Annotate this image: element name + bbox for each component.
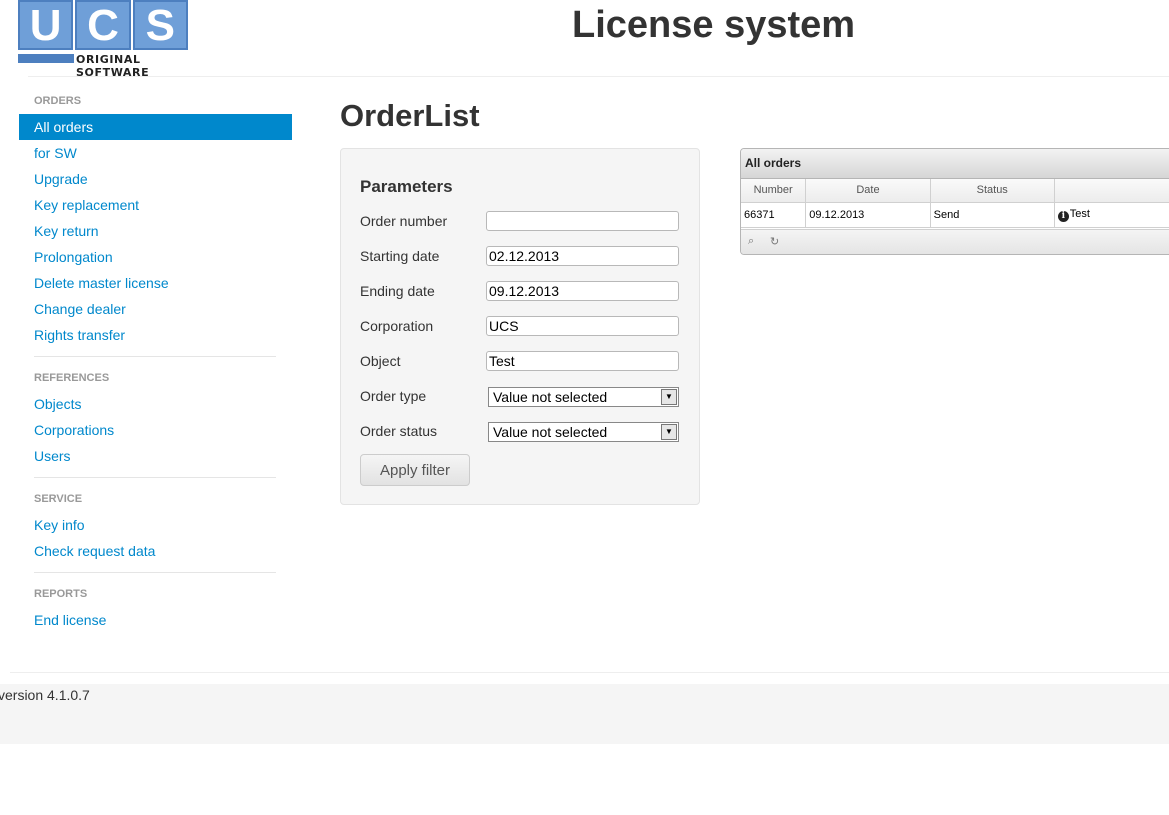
order-type-label: Order type <box>360 388 427 404</box>
sidebar-item-corporations[interactable]: Corporations <box>19 417 292 443</box>
nav-header-reports: REPORTS <box>34 588 88 600</box>
order-number-row: Order number <box>360 211 680 233</box>
footer: version 4.1.0.7 <box>0 684 1169 744</box>
order-type-select[interactable]: Value not selected ▼ <box>488 387 679 407</box>
ucs-logo[interactable]: U C S ORIGINAL SOFTWARE <box>18 0 190 79</box>
order-type-row: Order type Value not selected ▼ <box>360 386 680 408</box>
nav-divider <box>34 572 276 573</box>
nav-header-service: SERVICE <box>34 493 83 505</box>
logo-letter-s: S <box>132 0 188 50</box>
apply-filter-button[interactable]: Apply filter <box>360 454 470 486</box>
orders-grid: All orders Number Date Status 66371 09.1… <box>740 148 1169 255</box>
sidebar-item-check-request-data[interactable]: Check request data <box>19 538 292 564</box>
cell-status: Send <box>930 202 1055 228</box>
sidebar-item-change-dealer[interactable]: Change dealer <box>19 296 292 322</box>
orders-table: Number Date Status 66371 09.12.2013 Send… <box>741 179 1169 228</box>
sidebar-item-key-replacement[interactable]: Key replacement <box>19 192 292 218</box>
cell-object: i Test <box>1054 202 1169 228</box>
table-header-row: Number Date Status <box>741 179 1169 203</box>
order-status-select[interactable]: Value not selected ▼ <box>488 422 679 442</box>
search-icon[interactable]: ⌕ <box>748 235 754 248</box>
order-number-input[interactable] <box>486 211 679 231</box>
cell-date: 09.12.2013 <box>805 202 931 228</box>
object-input[interactable] <box>486 351 679 371</box>
version-text: version 4.1.0.7 <box>0 687 90 703</box>
order-status-row: Order status Value not selected ▼ <box>360 421 680 443</box>
corporation-input[interactable] <box>486 316 679 336</box>
starting-date-input[interactable] <box>486 246 679 266</box>
order-status-value: Value not selected <box>493 424 608 440</box>
footer-divider <box>10 672 1169 673</box>
logo-bar <box>18 54 74 63</box>
refresh-icon[interactable]: ↻ <box>770 235 779 248</box>
logo-letter-u: U <box>18 0 74 50</box>
dropdown-arrow-icon[interactable]: ▼ <box>661 389 677 405</box>
grid-pager: ⌕ ↻ <box>741 229 1169 254</box>
nav-divider <box>34 356 276 357</box>
corporation-row: Corporation <box>360 316 680 338</box>
page-title: OrderList <box>340 98 480 133</box>
column-header-object[interactable] <box>1054 179 1169 203</box>
sidebar-item-key-return[interactable]: Key return <box>19 218 292 244</box>
order-status-label: Order status <box>360 423 438 439</box>
column-header-date[interactable]: Date <box>805 179 931 203</box>
order-number-label: Order number <box>360 213 448 229</box>
sidebar-item-key-info[interactable]: Key info <box>19 512 292 538</box>
ending-date-input[interactable] <box>486 281 679 301</box>
parameters-title: Parameters <box>360 177 453 196</box>
site-title: License system <box>572 4 856 46</box>
column-header-number[interactable]: Number <box>741 179 807 203</box>
nav-header-orders: ORDERS <box>34 95 82 107</box>
header-divider <box>28 76 1169 77</box>
starting-date-row: Starting date <box>360 246 680 268</box>
info-icon[interactable]: i <box>1057 210 1069 222</box>
dropdown-arrow-icon[interactable]: ▼ <box>661 424 677 440</box>
sidebar-item-upgrade[interactable]: Upgrade <box>19 166 292 192</box>
logo-letters: U C S <box>18 0 190 50</box>
page: U C S ORIGINAL SOFTWARE License system O… <box>0 0 1169 815</box>
nav-divider <box>34 477 276 478</box>
sidebar-item-objects[interactable]: Objects <box>19 391 292 417</box>
parameters-panel: Parameters Order number Starting date En… <box>340 148 700 505</box>
grid-title: All orders <box>741 149 1169 179</box>
corporation-label: Corporation <box>360 318 434 334</box>
sidebar-nav: ORDERS All orders for SW Upgrade Key rep… <box>19 88 292 633</box>
sidebar-item-delete-master-license[interactable]: Delete master license <box>19 270 292 296</box>
ending-date-row: Ending date <box>360 281 680 303</box>
nav-header-references: REFERENCES <box>34 372 110 384</box>
object-row: Object <box>360 351 680 373</box>
cell-number: 66371 <box>741 202 807 228</box>
column-header-status[interactable]: Status <box>930 179 1055 203</box>
table-row[interactable]: 66371 09.12.2013 Send i Test <box>741 202 1169 228</box>
sidebar-item-prolongation[interactable]: Prolongation <box>19 244 292 270</box>
ending-date-label: Ending date <box>360 283 435 299</box>
sidebar-item-rights-transfer[interactable]: Rights transfer <box>19 322 292 348</box>
sidebar-item-end-license[interactable]: End license <box>19 607 292 633</box>
logo-letter-c: C <box>75 0 131 50</box>
sidebar-item-all-orders[interactable]: All orders <box>19 114 292 140</box>
sidebar-item-for-sw[interactable]: for SW <box>19 140 292 166</box>
cell-object-text: Test <box>1069 207 1090 220</box>
sidebar-item-users[interactable]: Users <box>19 443 292 469</box>
order-type-value: Value not selected <box>493 389 608 405</box>
object-label: Object <box>360 353 401 369</box>
starting-date-label: Starting date <box>360 248 440 264</box>
